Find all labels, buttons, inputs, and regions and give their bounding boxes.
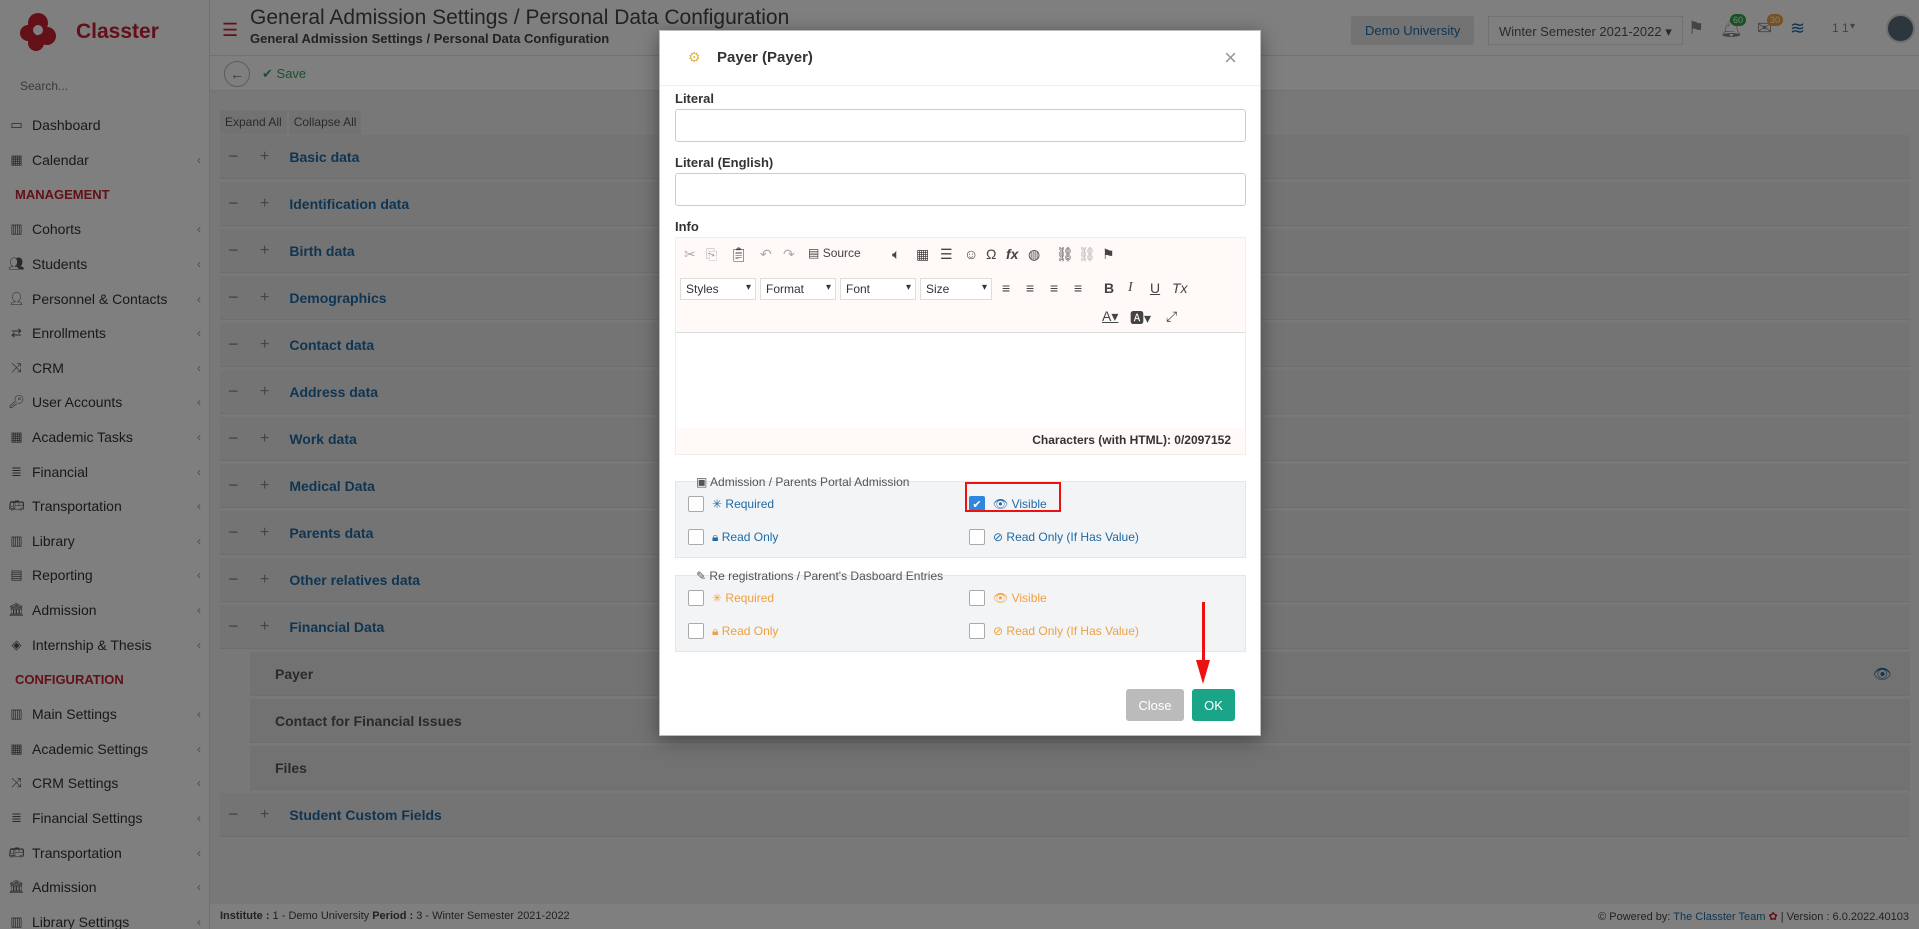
- group2-readonly-if-option[interactable]: ⊘ Read Only (If Has Value): [969, 623, 1139, 639]
- table-icon[interactable]: ▦: [916, 246, 929, 263]
- audio-icon[interactable]: 🔈︎: [892, 246, 900, 263]
- group1-readonly-if-checkbox[interactable]: [969, 529, 985, 545]
- font-label: Font: [846, 282, 871, 296]
- literal-english-input[interactable]: [675, 173, 1246, 206]
- group1-required-option[interactable]: ✳ Required: [688, 496, 774, 512]
- group1-readonly-if-label: Read Only (If Has Value): [1006, 530, 1139, 544]
- redo-icon[interactable]: ↷: [783, 246, 795, 263]
- eye-icon: 👁︎: [993, 591, 1009, 605]
- cut-icon[interactable]: ✂: [684, 246, 696, 263]
- align-right-icon[interactable]: ≡: [1050, 280, 1058, 296]
- ok-button[interactable]: OK: [1192, 689, 1235, 721]
- group1-title: ▣ Admission / Parents Portal Admission: [694, 475, 911, 489]
- group1-readonly-if-option[interactable]: ⊘ Read Only (If Has Value): [969, 529, 1139, 545]
- copy-icon[interactable]: ⎘: [706, 246, 717, 263]
- annotation-arrow-head: [1196, 660, 1210, 684]
- close-icon[interactable]: ×: [1224, 45, 1237, 71]
- user-edit-icon: ✎: [696, 569, 707, 583]
- paste-icon[interactable]: 📋︎: [730, 246, 748, 263]
- omega-icon[interactable]: Ω: [986, 246, 996, 262]
- italic-icon[interactable]: I: [1128, 280, 1133, 296]
- group2-readonly-if-label: Read Only (If Has Value): [1006, 624, 1139, 638]
- group2-readonly-checkbox[interactable]: [688, 623, 704, 639]
- group2-readonly-label: Read Only: [721, 624, 779, 638]
- visible-highlight-box: [965, 482, 1061, 512]
- modal-header: ⚙ Payer (Payer) ×: [660, 31, 1260, 86]
- group1-readonly-checkbox[interactable]: [688, 529, 704, 545]
- reregistration-permissions-group: ✎ Re registrations / Parent's Dasboard E…: [675, 569, 1246, 652]
- group2-readonly-option[interactable]: 🔒︎ Read Only: [688, 623, 778, 639]
- char-count: Characters (with HTML): 0/2097152: [1032, 433, 1231, 447]
- size-label: Size: [926, 282, 950, 296]
- globe-icon[interactable]: ◍: [1028, 246, 1040, 263]
- smiley-icon[interactable]: ☺: [964, 246, 978, 262]
- source-button[interactable]: ▤ Source: [808, 246, 861, 260]
- group2-visible-option[interactable]: 👁︎ Visible: [969, 590, 1047, 606]
- asterisk-icon: ✳: [712, 591, 723, 605]
- group2-visible-checkbox[interactable]: [969, 590, 985, 606]
- literal-input[interactable]: [675, 109, 1246, 142]
- align-center-icon[interactable]: ≡: [1026, 280, 1034, 296]
- editor-body[interactable]: [676, 333, 1245, 428]
- close-button[interactable]: Close: [1126, 689, 1184, 721]
- align-justify-icon[interactable]: ≡: [1074, 280, 1082, 296]
- cogs-icon: ⚙: [688, 49, 701, 65]
- modal-title: Payer (Payer): [717, 49, 813, 66]
- source-icon: ▤: [808, 246, 820, 260]
- anchor-flag-icon[interactable]: ⚑: [1102, 246, 1115, 263]
- editor-toolbar: ✂ ⎘ 📋︎ ↶ ↷ ▤ Source 🔈︎ ▦ ☰ ☺ Ω fx ◍ ⛓ ⛓ …: [676, 238, 1245, 333]
- group1-title-text: Admission / Parents Portal Admission: [710, 475, 910, 489]
- background-color-icon[interactable]: 🅰︎▾: [1130, 308, 1151, 328]
- lock-icon: 🔒︎: [712, 623, 719, 638]
- group2-required-label: Required: [725, 591, 775, 605]
- ban-icon: ⊘: [993, 530, 1004, 544]
- group1-readonly-option[interactable]: 🔒︎ Read Only: [688, 529, 778, 545]
- lock-icon: 🔒︎: [712, 529, 719, 544]
- group2-required-option[interactable]: ✳ Required: [688, 590, 774, 606]
- size-select[interactable]: Size: [920, 278, 992, 300]
- styles-select[interactable]: Styles: [680, 278, 756, 300]
- underline-icon[interactable]: U: [1150, 280, 1160, 296]
- format-label: Format: [766, 282, 805, 296]
- group2-title-text: Re registrations / Parent's Dasboard Ent…: [709, 569, 944, 583]
- group2-title: ✎ Re registrations / Parent's Dasboard E…: [694, 569, 945, 583]
- undo-icon[interactable]: ↶: [760, 246, 772, 263]
- text-color-icon[interactable]: A▾: [1102, 308, 1118, 325]
- editor-footer: Characters (with HTML): 0/2097152: [676, 428, 1245, 454]
- ban-icon: ⊘: [993, 624, 1004, 638]
- unlink-icon[interactable]: ⛓: [1078, 246, 1096, 263]
- remove-format-icon[interactable]: Tx: [1172, 280, 1188, 296]
- asterisk-icon: ✳: [712, 497, 723, 511]
- format-select[interactable]: Format: [760, 278, 836, 300]
- rich-text-editor: ✂ ⎘ 📋︎ ↶ ↷ ▤ Source 🔈︎ ▦ ☰ ☺ Ω fx ◍ ⛓ ⛓ …: [675, 237, 1246, 455]
- annotation-arrow-line: [1202, 602, 1205, 664]
- info-label: Info: [675, 219, 699, 234]
- font-select[interactable]: Font: [840, 278, 916, 300]
- styles-label: Styles: [686, 282, 719, 296]
- align-left-icon[interactable]: ≡: [1002, 280, 1010, 296]
- group1-required-label: Required: [725, 497, 775, 511]
- field-config-modal: ⚙ Payer (Payer) × Literal Literal (Engli…: [659, 30, 1261, 736]
- group2-visible-label: Visible: [1011, 591, 1047, 605]
- group1-required-checkbox[interactable]: [688, 496, 704, 512]
- literal-english-label: Literal (English): [675, 155, 774, 170]
- group2-required-checkbox[interactable]: [688, 590, 704, 606]
- link-icon[interactable]: ⛓: [1056, 246, 1074, 263]
- horizontal-line-icon[interactable]: ☰: [940, 246, 953, 263]
- group2-readonly-if-checkbox[interactable]: [969, 623, 985, 639]
- bold-icon[interactable]: B: [1104, 280, 1114, 296]
- admission-permissions-group: ▣ Admission / Parents Portal Admission ✳…: [675, 475, 1246, 558]
- group1-readonly-label: Read Only: [721, 530, 779, 544]
- formula-icon[interactable]: fx: [1006, 246, 1018, 262]
- maximize-icon[interactable]: ⤢: [1166, 308, 1177, 325]
- source-label: Source: [822, 246, 861, 260]
- literal-label: Literal: [675, 91, 715, 106]
- user-badge-icon: ▣: [696, 475, 708, 489]
